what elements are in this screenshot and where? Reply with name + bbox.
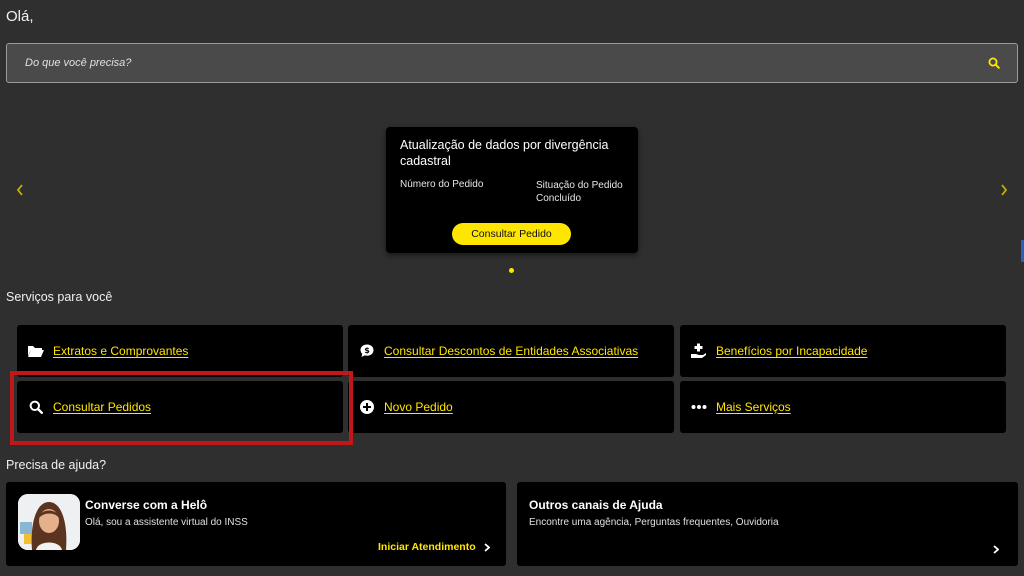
helo-chat-card[interactable]: Converse com a Helô Olá, sou a assistent… — [6, 482, 506, 566]
search-icon — [27, 398, 45, 416]
order-status-label: Situação do Pedido — [536, 180, 623, 191]
plus-circle-icon — [358, 398, 376, 416]
search-bar — [6, 43, 1018, 83]
services-title: Serviços para você — [6, 290, 113, 304]
tile-label: Consultar Descontos de Entidades Associa… — [384, 344, 639, 358]
helo-title: Converse com a Helô — [85, 498, 208, 512]
carousel-dot[interactable] — [509, 268, 514, 273]
tile-label: Benefícios por Incapacidade — [716, 344, 868, 358]
start-chat-link[interactable]: Iniciar Atendimento — [378, 541, 490, 553]
ellipsis-icon — [690, 398, 708, 416]
other-channels-subtitle: Encontre uma agência, Perguntas frequent… — [529, 517, 779, 528]
tile-beneficios[interactable]: Benefícios por Incapacidade — [680, 325, 1006, 377]
tile-label: Consultar Pedidos — [53, 400, 152, 414]
chevron-left-icon — [16, 184, 23, 196]
chevron-right-icon[interactable] — [993, 545, 999, 554]
tile-extratos[interactable]: Extratos e Comprovantes — [17, 325, 343, 377]
request-card: Atualização de dados por divergência cad… — [386, 127, 638, 253]
chevron-right-icon — [484, 542, 490, 552]
tile-consultar-pedidos[interactable]: Consultar Pedidos — [17, 381, 343, 433]
help-title: Precisa de ajuda? — [6, 458, 107, 472]
helo-subtitle: Olá, sou a assistente virtual do INSS — [85, 517, 248, 528]
consult-request-button[interactable]: Consultar Pedido — [452, 223, 571, 245]
search-icon[interactable] — [985, 54, 1003, 72]
helo-avatar — [18, 494, 80, 550]
order-status-value: Concluído — [536, 193, 582, 204]
carousel-prev-button[interactable] — [12, 180, 28, 200]
greeting-text: Olá, — [6, 8, 34, 25]
chevron-right-icon — [1001, 184, 1008, 196]
comment-dollar-icon: $ — [358, 342, 376, 360]
search-input[interactable] — [25, 57, 925, 69]
card-title: Atualização de dados por divergência cad… — [400, 138, 609, 168]
tile-descontos[interactable]: $ Consultar Descontos de Entidades Assoc… — [348, 325, 674, 377]
tile-mais-servicos[interactable]: Mais Serviços — [680, 381, 1006, 433]
tile-novo-pedido[interactable]: Novo Pedido — [348, 381, 674, 433]
carousel-next-button[interactable] — [996, 180, 1012, 200]
tile-label: Mais Serviços — [716, 400, 791, 414]
tile-label: Extratos e Comprovantes — [53, 344, 189, 358]
other-channels-card[interactable]: Outros canais de Ajuda Encontre uma agên… — [517, 482, 1018, 566]
folder-open-icon — [27, 342, 45, 360]
start-chat-label: Iniciar Atendimento — [378, 541, 476, 553]
svg-text:$: $ — [364, 346, 370, 355]
other-channels-title: Outros canais de Ajuda — [529, 498, 663, 512]
order-number-label: Número do Pedido — [400, 179, 484, 190]
tile-label: Novo Pedido — [384, 400, 453, 414]
hand-medical-icon — [690, 342, 708, 360]
